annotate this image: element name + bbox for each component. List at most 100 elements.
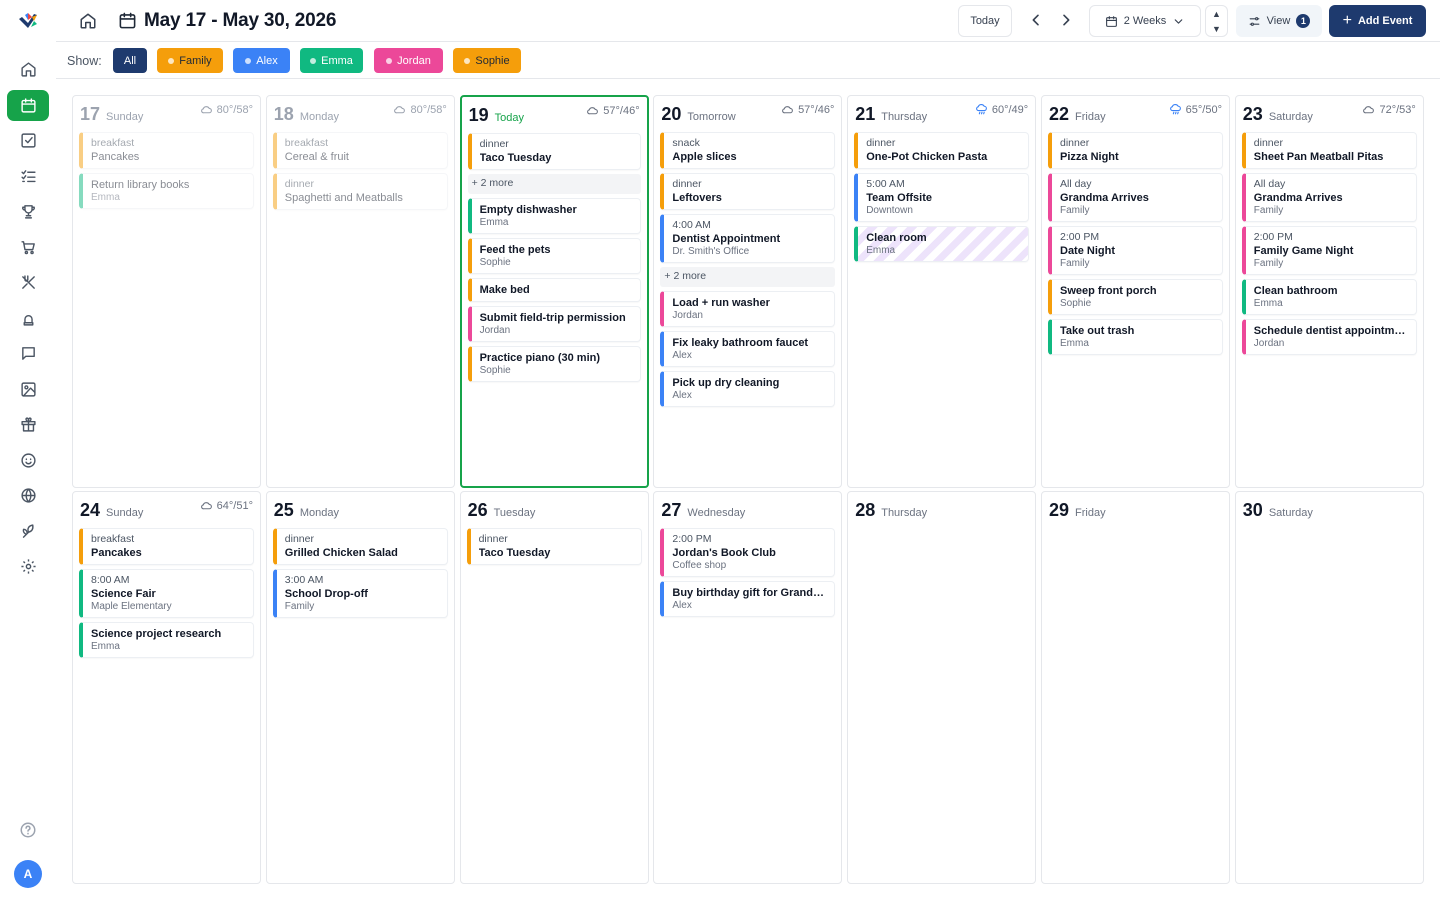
filter-chip-alex[interactable]: Alex [233,48,290,73]
nav-meals[interactable] [7,267,49,298]
event-card[interactable]: Buy birthday gift for Grandma Alex [660,581,836,617]
event-card[interactable]: Schedule dentist appointme... Jordan [1241,319,1417,355]
nav-calendar[interactable] [7,89,49,121]
event-card[interactable]: breakfast Pancakes [79,528,254,565]
day-events: breakfast Cereal & fruit dinner Spaghetti a… [272,132,448,214]
event-title: Taco Tuesday [478,547,551,559]
view-options-button[interactable]: View 1 [1236,5,1322,37]
event-card[interactable]: Load + run washer Jordan [660,291,836,327]
view-span-select[interactable]: 2 Weeks [1089,5,1201,37]
stepper-down-icon[interactable]: ▼ [1212,24,1221,34]
chevron-left-icon[interactable] [1028,12,1044,28]
event-card[interactable]: Sweep front porch Sophie [1048,279,1223,315]
event-card[interactable]: Pick up dry cleaning Alex [660,371,836,407]
checklist-icon [20,169,36,182]
nav-photos[interactable] [7,374,49,405]
event-card[interactable]: Clean room Emma [854,226,1030,262]
day-cell-28[interactable]: 28 Thursday [847,491,1037,884]
filter-chip-emma[interactable]: Emma [300,48,363,73]
event-card[interactable]: Fix leaky bathroom faucet Alex [660,331,836,367]
event-card[interactable]: 2:00 PM Jordan's Book Club Coffee shop [660,528,836,577]
nav-tasks[interactable] [7,125,49,156]
event-card[interactable]: dinner Pizza Night [1048,132,1223,169]
day-number: 25 [273,500,294,520]
event-card[interactable]: Feed the pets Sophie [467,238,641,274]
nav-settings[interactable] [7,551,49,582]
filter-chip-all[interactable]: All [113,48,147,73]
day-cell-30[interactable]: 30 Saturday [1234,491,1424,884]
day-cell-21[interactable]: 21 Thursday 60°/49° dinner One-Pot Chicken P… [847,95,1037,488]
day-cell-23[interactable]: 23 Saturday 72°/53° dinner Sheet Pan Meatbal… [1234,95,1424,488]
event-card[interactable]: 8:00 AM Science Fair Maple Elementary [79,569,254,618]
add-event-button[interactable]: + Add Event [1329,5,1426,37]
event-card[interactable]: 2:00 PM Date Night Family [1048,226,1223,275]
day-cell-22[interactable]: 22 Friday 65°/50° dinner Pizza Night All day G… [1041,95,1230,488]
filter-chip-sophie[interactable]: Sophie [453,48,521,73]
event-card[interactable]: Return library books Emma [79,173,254,209]
stepper-up-icon[interactable]: ▲ [1212,9,1221,19]
event-card[interactable]: 4:00 AM Dentist Appointment Dr. Smith's Of… [660,214,836,263]
event-card[interactable]: Practice piano (30 min) Sophie [467,346,641,382]
event-card[interactable]: dinner Spaghetti and Meatballs [272,173,448,210]
filter-chip-jordan[interactable]: Jordan [374,48,443,73]
day-cell-29[interactable]: 29 Friday [1041,491,1230,884]
event-card[interactable]: dinner Taco Tuesday [466,528,642,565]
event-card[interactable]: 3:00 AM School Drop-off Family [272,569,448,618]
top-header: May 17 - May 30, 2026 Today 2 Weeks ▲ ▼ … [56,0,1440,42]
day-cell-25[interactable]: 25 Monday dinner Grilled Chicken Salad 3:00 … [265,491,455,884]
week-stepper[interactable]: ▲ ▼ [1205,5,1228,37]
event-card[interactable]: Make bed [467,278,641,302]
day-cell-27[interactable]: 27 Wednesday 2:00 PM Jordan's Book Club Coff… [653,491,843,884]
day-cell-17[interactable]: 17 Sunday 80°/58° breakfast Pancakes Return l… [72,95,261,488]
event-card[interactable]: dinner One-Pot Chicken Pasta [854,132,1030,169]
nav-garden[interactable] [7,516,49,547]
event-detail: Jordan [672,310,703,321]
nav-recipes[interactable] [7,303,49,334]
day-cell-24[interactable]: 24 Sunday 64°/51° breakfast Pancakes 8:00 AM S… [72,491,261,884]
event-card[interactable]: dinner Grilled Chicken Salad [272,528,448,565]
event-card[interactable]: Empty dishwasher Emma [467,198,641,234]
event-card[interactable]: dinner Taco Tuesday [467,133,641,170]
event-card[interactable]: Science project research Emma [79,622,254,658]
event-card[interactable]: Clean bathroom Emma [1241,279,1417,315]
event-card[interactable]: dinner Sheet Pan Meatball Pitas [1241,132,1417,169]
chevron-right-icon[interactable] [1058,12,1074,28]
day-cell-19[interactable]: 19 Today 57°/46° dinner Taco Tuesday + 2 more… [459,95,649,488]
day-cell-26[interactable]: 26 Tuesday dinner Taco Tuesday [459,491,649,884]
event-card[interactable]: breakfast Pancakes [79,132,254,169]
nav-gifts[interactable] [7,409,49,440]
date-range-title: May 17 - May 30, 2026 [144,10,337,31]
day-cell-18[interactable]: 18 Monday 80°/58° breakfast Cereal & fruit di… [265,95,455,488]
user-avatar[interactable]: A [14,860,42,888]
event-card[interactable]: breakfast Cereal & fruit [272,132,448,169]
help-icon[interactable] [19,821,37,839]
more-events-link[interactable]: + 2 more [467,174,641,194]
event-card[interactable]: All day Grandma Arrives Family [1241,173,1417,222]
event-card[interactable]: 5:00 AM Team Offsite Downtown [854,173,1030,222]
event-card[interactable]: All day Grandma Arrives Family [1048,173,1223,222]
app-logo-icon[interactable] [17,11,39,33]
event-title: Fix leaky bathroom faucet [672,337,809,349]
nav-messages[interactable] [7,338,49,369]
home-icon[interactable] [79,12,97,30]
day-header: 30 Saturday [1243,500,1313,521]
event-card[interactable]: snack Apple slices [660,132,836,169]
event-card[interactable]: 2:00 PM Family Game Night Family [1241,226,1417,275]
nav-rewards[interactable] [7,196,49,227]
filter-chip-family[interactable]: Family [157,48,223,73]
event-card[interactable]: dinner Leftovers [660,173,836,210]
day-cell-20[interactable]: 20 Tomorrow 57°/46° snack Apple slices dinner… [653,95,843,488]
nav-checklists[interactable] [7,161,49,192]
more-events-link[interactable]: + 2 more [660,267,836,287]
nav-shopping[interactable] [7,232,49,263]
nav-home[interactable] [7,54,49,85]
event-title: Leftovers [672,192,722,204]
event-card[interactable]: Submit field-trip permission Jordan [467,306,641,342]
nav-family[interactable] [7,445,49,476]
event-detail: Family [1253,258,1284,269]
today-button[interactable]: Today [958,5,1012,37]
event-title: Buy birthday gift for Grandma [672,587,827,599]
nav-explore[interactable] [7,480,49,511]
event-detail: Emma [91,641,120,652]
event-card[interactable]: Take out trash Emma [1048,319,1223,355]
